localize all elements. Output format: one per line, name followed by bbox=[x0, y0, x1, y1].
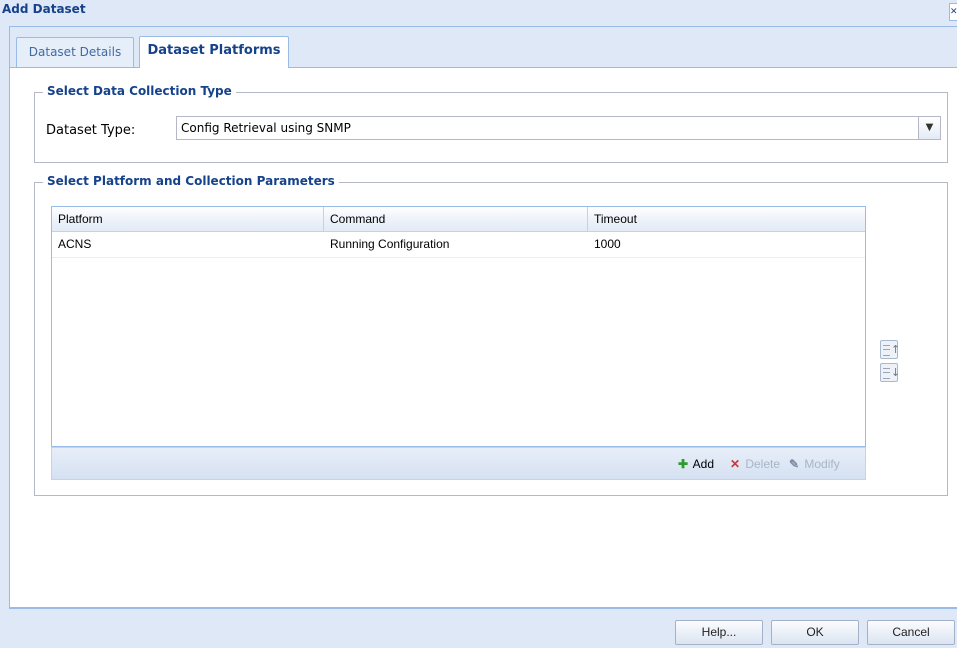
tab-strip: Dataset Details Dataset Platforms bbox=[10, 27, 957, 68]
platform-params-fieldset: Select Platform and Collection Parameter… bbox=[34, 174, 948, 496]
delete-icon: ✕ bbox=[729, 457, 741, 471]
move-up-icon: ↑ bbox=[891, 343, 901, 356]
dataset-type-value: Config Retrieval using SNMP bbox=[181, 121, 351, 135]
cell-command: Running Configuration bbox=[330, 237, 450, 251]
modify-button[interactable]: ✎ Modify bbox=[787, 456, 840, 472]
add-button-label: Add bbox=[692, 457, 715, 471]
platform-grid: Platform Command Timeout ACNS Running Co… bbox=[51, 206, 866, 447]
add-button[interactable]: ✚ Add bbox=[676, 456, 714, 472]
ok-button[interactable]: OK bbox=[771, 620, 859, 645]
dialog-titlebar: Add Dataset ✕ bbox=[0, 0, 957, 26]
close-icon[interactable]: ✕ bbox=[949, 3, 957, 21]
collection-type-fieldset: Select Data Collection Type Dataset Type… bbox=[34, 84, 948, 163]
modify-icon: ✎ bbox=[788, 457, 800, 471]
cancel-button[interactable]: Cancel bbox=[867, 620, 955, 645]
add-icon: ✚ bbox=[677, 457, 689, 471]
tab-dataset-platforms[interactable]: Dataset Platforms bbox=[139, 36, 289, 68]
delete-button-label: Delete bbox=[745, 457, 781, 471]
collection-type-legend: Select Data Collection Type bbox=[43, 84, 236, 98]
dropdown-arrow-icon[interactable]: ▼ bbox=[918, 117, 940, 139]
cell-timeout: 1000 bbox=[594, 237, 621, 251]
modify-button-label: Modify bbox=[804, 457, 840, 471]
list-lines-icon bbox=[883, 345, 890, 356]
grid-header: Platform Command Timeout bbox=[52, 207, 865, 232]
dataset-type-combobox[interactable]: Config Retrieval using SNMP ▼ bbox=[176, 116, 941, 140]
column-header-command[interactable]: Command bbox=[324, 207, 588, 231]
delete-button[interactable]: ✕ Delete bbox=[728, 456, 780, 472]
tab-content-panel: Select Data Collection Type Dataset Type… bbox=[10, 68, 957, 607]
move-down-button[interactable]: ↓ bbox=[880, 363, 901, 382]
cell-platform: ACNS bbox=[58, 237, 92, 251]
table-row[interactable]: ACNS Running Configuration 1000 bbox=[52, 232, 865, 258]
move-up-button[interactable]: ↑ bbox=[880, 340, 901, 359]
grid-toolbar: ✚ Add ✕ Delete ✎ Modify bbox=[51, 447, 866, 480]
column-header-platform[interactable]: Platform bbox=[52, 207, 324, 231]
platform-params-legend: Select Platform and Collection Parameter… bbox=[43, 174, 339, 188]
column-header-timeout[interactable]: Timeout bbox=[588, 207, 865, 231]
list-lines-icon bbox=[883, 368, 890, 379]
dataset-type-label: Dataset Type: bbox=[46, 123, 136, 138]
move-down-icon: ↓ bbox=[891, 366, 901, 379]
tab-dataset-details[interactable]: Dataset Details bbox=[16, 37, 134, 67]
dialog-title: Add Dataset bbox=[2, 2, 86, 16]
help-button[interactable]: Help... bbox=[675, 620, 763, 645]
dialog-body: Dataset Details Dataset Platforms Select… bbox=[9, 26, 957, 609]
